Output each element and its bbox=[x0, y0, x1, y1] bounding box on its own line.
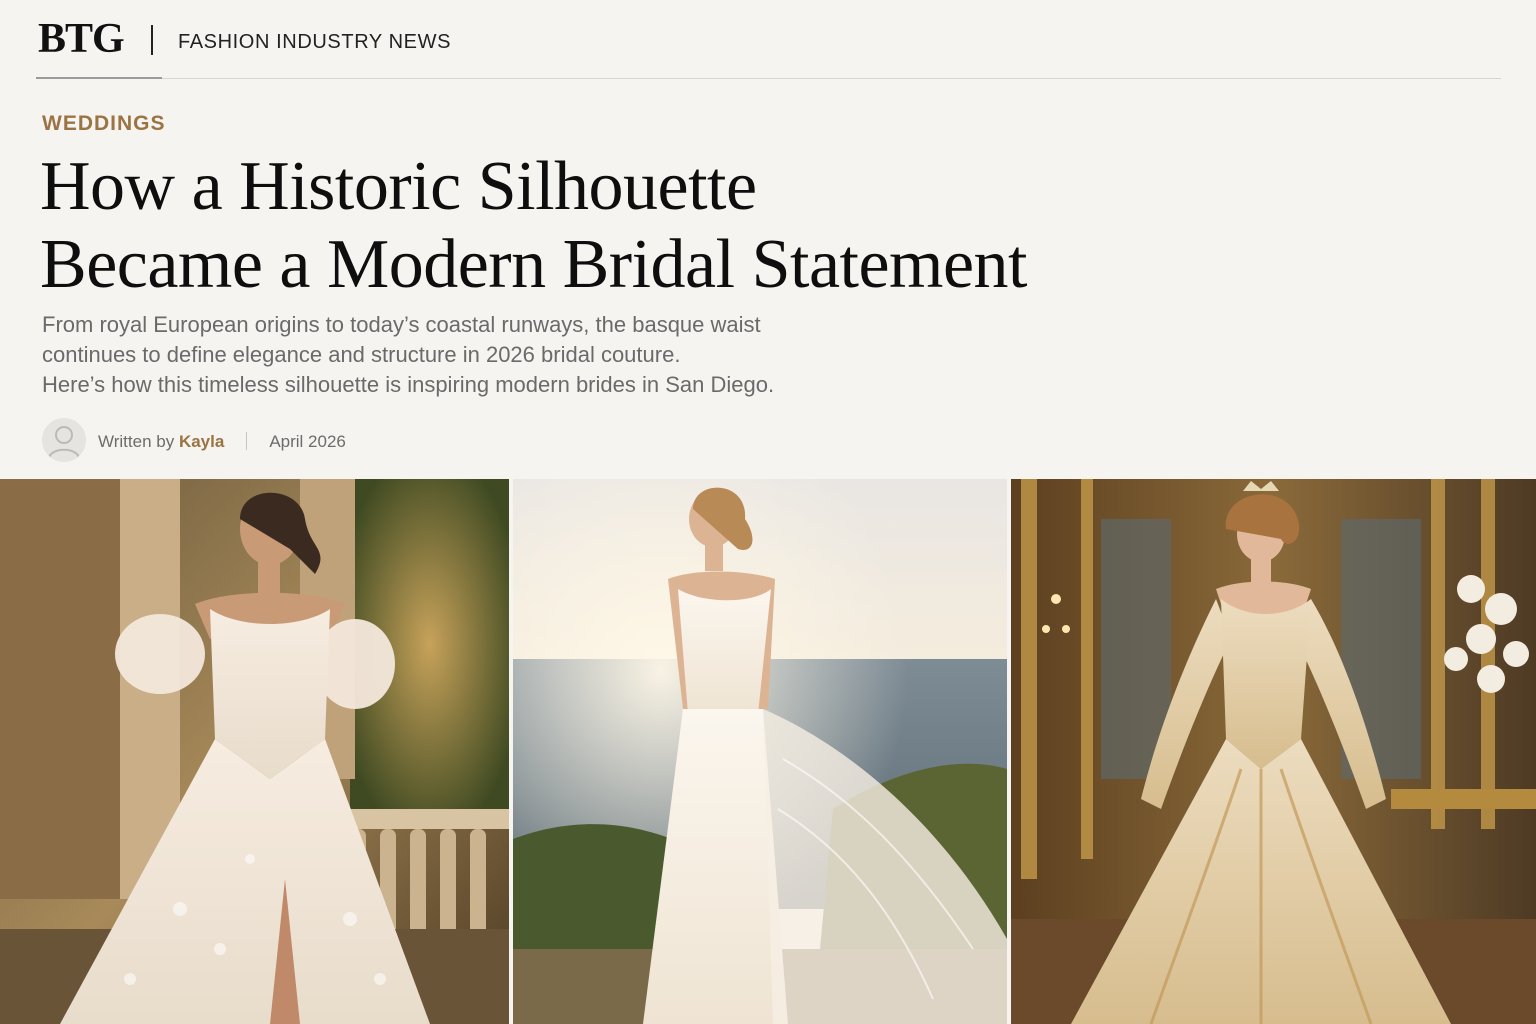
written-by-label: Written by bbox=[98, 432, 179, 451]
photo-bride-palace[interactable] bbox=[1011, 479, 1536, 1024]
byline-text: Written by Kayla April 2026 bbox=[98, 432, 346, 452]
masthead-divider bbox=[151, 25, 153, 55]
category-label[interactable]: WEDDINGS bbox=[42, 112, 166, 136]
user-icon bbox=[48, 426, 80, 459]
avatar[interactable] bbox=[42, 418, 86, 462]
publish-date: April 2026 bbox=[269, 432, 346, 451]
headline-line: How a Historic Silhouette bbox=[40, 148, 757, 225]
photo-bride-ocean[interactable] bbox=[513, 479, 1007, 1024]
masthead: BTG FASHION INDUSTRY NEWS bbox=[36, 0, 1501, 79]
photo-gallery bbox=[0, 479, 1536, 1024]
dek-line: continues to define elegance and structu… bbox=[42, 342, 681, 367]
section-link[interactable]: FASHION INDUSTRY NEWS bbox=[178, 31, 451, 54]
dek-line: From royal European origins to today’s c… bbox=[42, 312, 761, 337]
photo-bride-balcony[interactable] bbox=[0, 479, 509, 1024]
dek-line: Here’s how this timeless silhouette is i… bbox=[42, 372, 775, 397]
article-dek: From royal European origins to today’s c… bbox=[42, 310, 902, 400]
site-logo[interactable]: BTG bbox=[38, 15, 125, 63]
author-link[interactable]: Kayla bbox=[179, 432, 224, 451]
logo-underline bbox=[36, 77, 162, 79]
article-page: BTG FASHION INDUSTRY NEWS WEDDINGS How a… bbox=[0, 0, 1536, 1024]
headline-line: Became a Modern Bridal Statement bbox=[40, 226, 1028, 303]
article-headline: How a Historic Silhouette Became a Moder… bbox=[40, 148, 1100, 304]
byline-divider bbox=[246, 432, 248, 450]
